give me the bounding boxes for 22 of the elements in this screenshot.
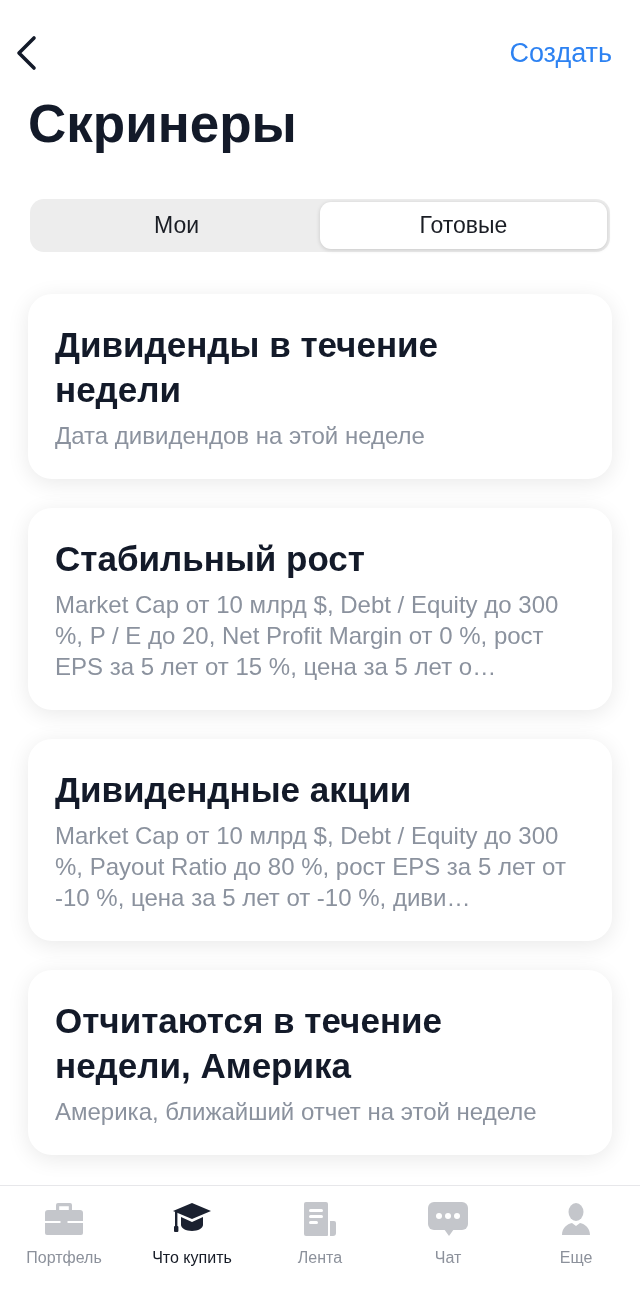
chat-bubble-icon [427, 1201, 469, 1237]
document-icon [302, 1201, 338, 1237]
screener-title: Стабильный рост [55, 538, 366, 580]
screener-card[interactable]: Дивиденды в течение недели Дата дивидендов на этой неделе [28, 294, 612, 479]
create-link[interactable]: Создать [509, 38, 612, 68]
screener-description: Америка, ближайший отчет на этой неделе [55, 1097, 538, 1127]
screener-card[interactable]: Стабильный рост Market Cap от 10 млрд $, Debt / Equity до 300 %, P / E до 20, Net Profit Margin от 0 %, рост EPS за 5 лет от 15 %, цена за 5 лет о… [28, 508, 612, 710]
person-icon [561, 1202, 591, 1236]
page-title: Скринеры [28, 93, 297, 155]
segment-tab[interactable]: Готовые [320, 202, 607, 249]
screener-card[interactable]: Дивидендные акции Market Cap от 10 млрд $, Debt / Equity до 300 %, Payout Ratio до 80 %, рост EPS за 5 лет от -10 %, цена за 5 лет от -10 %, диви… [28, 739, 612, 941]
tab-bar-item[interactable]: Что купить [128, 1186, 256, 1290]
screener-description: Дата дивидендов на этой неделе [55, 421, 426, 451]
screener-title: Отчитаются в течение недели, Америка [55, 1000, 443, 1087]
screener-title: Дивиденды в течение недели [55, 324, 440, 411]
screener-title: Дивидендные акции [55, 769, 413, 811]
back-icon[interactable] [15, 35, 39, 71]
screener-description: Market Cap от 10 млрд $, Debt / Equity до 300 %, P / E до 20, Net Profit Margin от 0 %, рост EPS за 5 лет от 15 %, цена за 5 лет о… [55, 590, 560, 682]
briefcase-icon [44, 1202, 84, 1236]
screener-description: Market Cap от 10 млрд $, Debt / Equity до 300 %, Payout Ratio до 80 %, рост EPS за 5 лет от -10 %, цена за 5 лет от -10 %, диви… [55, 821, 567, 913]
screener-card[interactable]: Отчитаются в течение недели, Америка Америка, ближайший отчет на этой неделе [28, 970, 612, 1155]
segment-tab[interactable]: Мои [33, 202, 320, 249]
